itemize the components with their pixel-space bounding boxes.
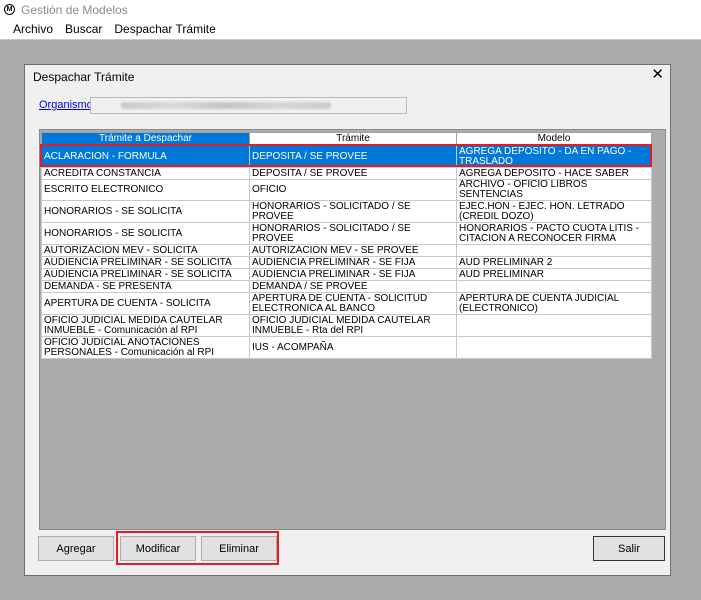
table-row[interactable]: ACLARACION - FORMULA DEPOSITA / SE PROVE… — [41, 145, 652, 168]
cell-modelo: EJEC.HON - EJEC. HON. LETRADO (CREDIL DO… — [456, 200, 652, 223]
despachar-tramite-dialog: Despachar Trámite ✕ Organismo Trámite a … — [24, 64, 671, 576]
table-row[interactable]: ACREDITA CONSTANCIA DEPOSITA / SE PROVEE… — [41, 167, 652, 180]
column-header-tramite[interactable]: Trámite — [249, 132, 457, 146]
dialog-title: Despachar Trámite — [33, 70, 135, 84]
menubar: Archivo Buscar Despachar Trámite — [0, 19, 701, 40]
menu-despachar-tramite[interactable]: Despachar Trámite — [108, 22, 221, 36]
cell-tramite-a-despachar: AUTORIZACION MEV - SOLICITA — [41, 244, 250, 257]
salir-button[interactable]: Salir — [593, 536, 665, 561]
table-row[interactable]: AUDIENCIA PRELIMINAR - SE SOLICITA AUDIE… — [41, 256, 652, 269]
organismo-field[interactable] — [90, 97, 407, 114]
cell-tramite: AUDIENCIA PRELIMINAR - SE FIJA — [249, 268, 457, 281]
organismo-link[interactable]: Organismo — [39, 99, 93, 111]
cell-tramite-a-despachar: APERTURA DE CUENTA - SOLICITA — [41, 292, 250, 315]
cell-modelo — [456, 314, 652, 337]
table-row[interactable]: DEMANDA - SE PRESENTA DEMANDA / SE PROVE… — [41, 280, 652, 293]
cell-modelo: HONORARIOS - PACTO CUOTA LITIS - CITACIO… — [456, 222, 652, 245]
table-row[interactable]: HONORARIOS - SE SOLICITA HONORARIOS - SO… — [41, 200, 652, 223]
table-row[interactable]: OFICIO JUDICIAL MEDIDA CAUTELAR INMUEBLE… — [41, 314, 652, 337]
close-icon[interactable]: ✕ — [651, 67, 664, 83]
menu-buscar[interactable]: Buscar — [59, 22, 108, 36]
cell-modelo: ARCHIVO - OFICIO LIBROS SENTENCIAS — [456, 179, 652, 201]
cell-tramite: APERTURA DE CUENTA - SOLICITUD ELECTRONI… — [249, 292, 457, 315]
cell-tramite: AUTORIZACION MEV - SE PROVEE — [249, 244, 457, 257]
cell-tramite-a-despachar: OFICIO JUDICIAL MEDIDA CAUTELAR INMUEBLE… — [41, 314, 250, 337]
eliminar-button[interactable]: Eliminar — [201, 536, 277, 561]
cell-tramite-a-despachar: ACLARACION - FORMULA — [41, 145, 250, 168]
cell-tramite-a-despachar: DEMANDA - SE PRESENTA — [41, 280, 250, 293]
cell-tramite-a-despachar: OFICIO JUDICIAL ANOTACIONES PERSONALES -… — [41, 336, 250, 359]
window-title: Gestión de Modelos — [21, 2, 128, 17]
cell-tramite: OFICIO JUDICIAL MEDIDA CAUTELAR INMUEBLE… — [249, 314, 457, 337]
table-row[interactable]: AUTORIZACION MEV - SOLICITA AUTORIZACION… — [41, 244, 652, 257]
cell-modelo: AUD PRELIMINAR 2 — [456, 256, 652, 269]
menu-archivo[interactable]: Archivo — [7, 22, 59, 36]
tramites-table: Trámite a Despachar Trámite Modelo ACLAR… — [41, 132, 652, 359]
window-titlebar: M Gestión de Modelos — [0, 0, 701, 19]
modificar-button[interactable]: Modificar — [120, 536, 196, 561]
cell-tramite-a-despachar: HONORARIOS - SE SOLICITA — [41, 222, 250, 245]
cell-tramite-a-despachar: AUDIENCIA PRELIMINAR - SE SOLICITA — [41, 268, 250, 281]
cell-modelo: AGREGA DEPOSITO - HACE SABER — [456, 167, 652, 180]
cell-modelo: APERTURA DE CUENTA JUDICIAL (ELECTRONICO… — [456, 292, 652, 315]
table-row[interactable]: HONORARIOS - SE SOLICITA HONORARIOS - SO… — [41, 222, 652, 245]
cell-tramite: OFICIO — [249, 179, 457, 201]
table-row[interactable]: APERTURA DE CUENTA - SOLICITA APERTURA D… — [41, 292, 652, 315]
cell-tramite: DEPOSITA / SE PROVEE — [249, 167, 457, 180]
cell-tramite-a-despachar: ACREDITA CONSTANCIA — [41, 167, 250, 180]
cell-tramite-a-despachar: AUDIENCIA PRELIMINAR - SE SOLICITA — [41, 256, 250, 269]
redacted-organismo-value — [121, 102, 331, 109]
cell-tramite: DEMANDA / SE PROVEE — [249, 280, 457, 293]
cell-tramite-a-despachar: HONORARIOS - SE SOLICITA — [41, 200, 250, 223]
cell-tramite: DEPOSITA / SE PROVEE — [249, 145, 457, 168]
table-header-row: Trámite a Despachar Trámite Modelo — [41, 132, 652, 146]
column-header-tramite-a-despachar[interactable]: Trámite a Despachar — [41, 132, 250, 146]
table-row[interactable]: ESCRITO ELECTRONICO OFICIO ARCHIVO - OFI… — [41, 179, 652, 201]
table-row[interactable]: AUDIENCIA PRELIMINAR - SE SOLICITA AUDIE… — [41, 268, 652, 281]
table-row[interactable]: OFICIO JUDICIAL ANOTACIONES PERSONALES -… — [41, 336, 652, 359]
column-header-modelo[interactable]: Modelo — [456, 132, 652, 146]
cell-modelo: AUD PRELIMINAR — [456, 268, 652, 281]
cell-modelo — [456, 280, 652, 293]
agregar-button[interactable]: Agregar — [38, 536, 114, 561]
cell-modelo — [456, 336, 652, 359]
cell-tramite: AUDIENCIA PRELIMINAR - SE FIJA — [249, 256, 457, 269]
cell-tramite: HONORARIOS - SOLICITADO / SE PROVEE — [249, 222, 457, 245]
cell-tramite: HONORARIOS - SOLICITADO / SE PROVEE — [249, 200, 457, 223]
cell-modelo — [456, 244, 652, 257]
cell-modelo: AGREGA DEPOSITO - DA EN PAGO - TRASLADO — [456, 145, 652, 168]
tramites-grid[interactable]: Trámite a Despachar Trámite Modelo ACLAR… — [39, 129, 666, 530]
app-logo-icon: M — [4, 4, 15, 15]
cell-tramite: IUS - ACOMPAÑA — [249, 336, 457, 359]
cell-tramite-a-despachar: ESCRITO ELECTRONICO — [41, 179, 250, 201]
